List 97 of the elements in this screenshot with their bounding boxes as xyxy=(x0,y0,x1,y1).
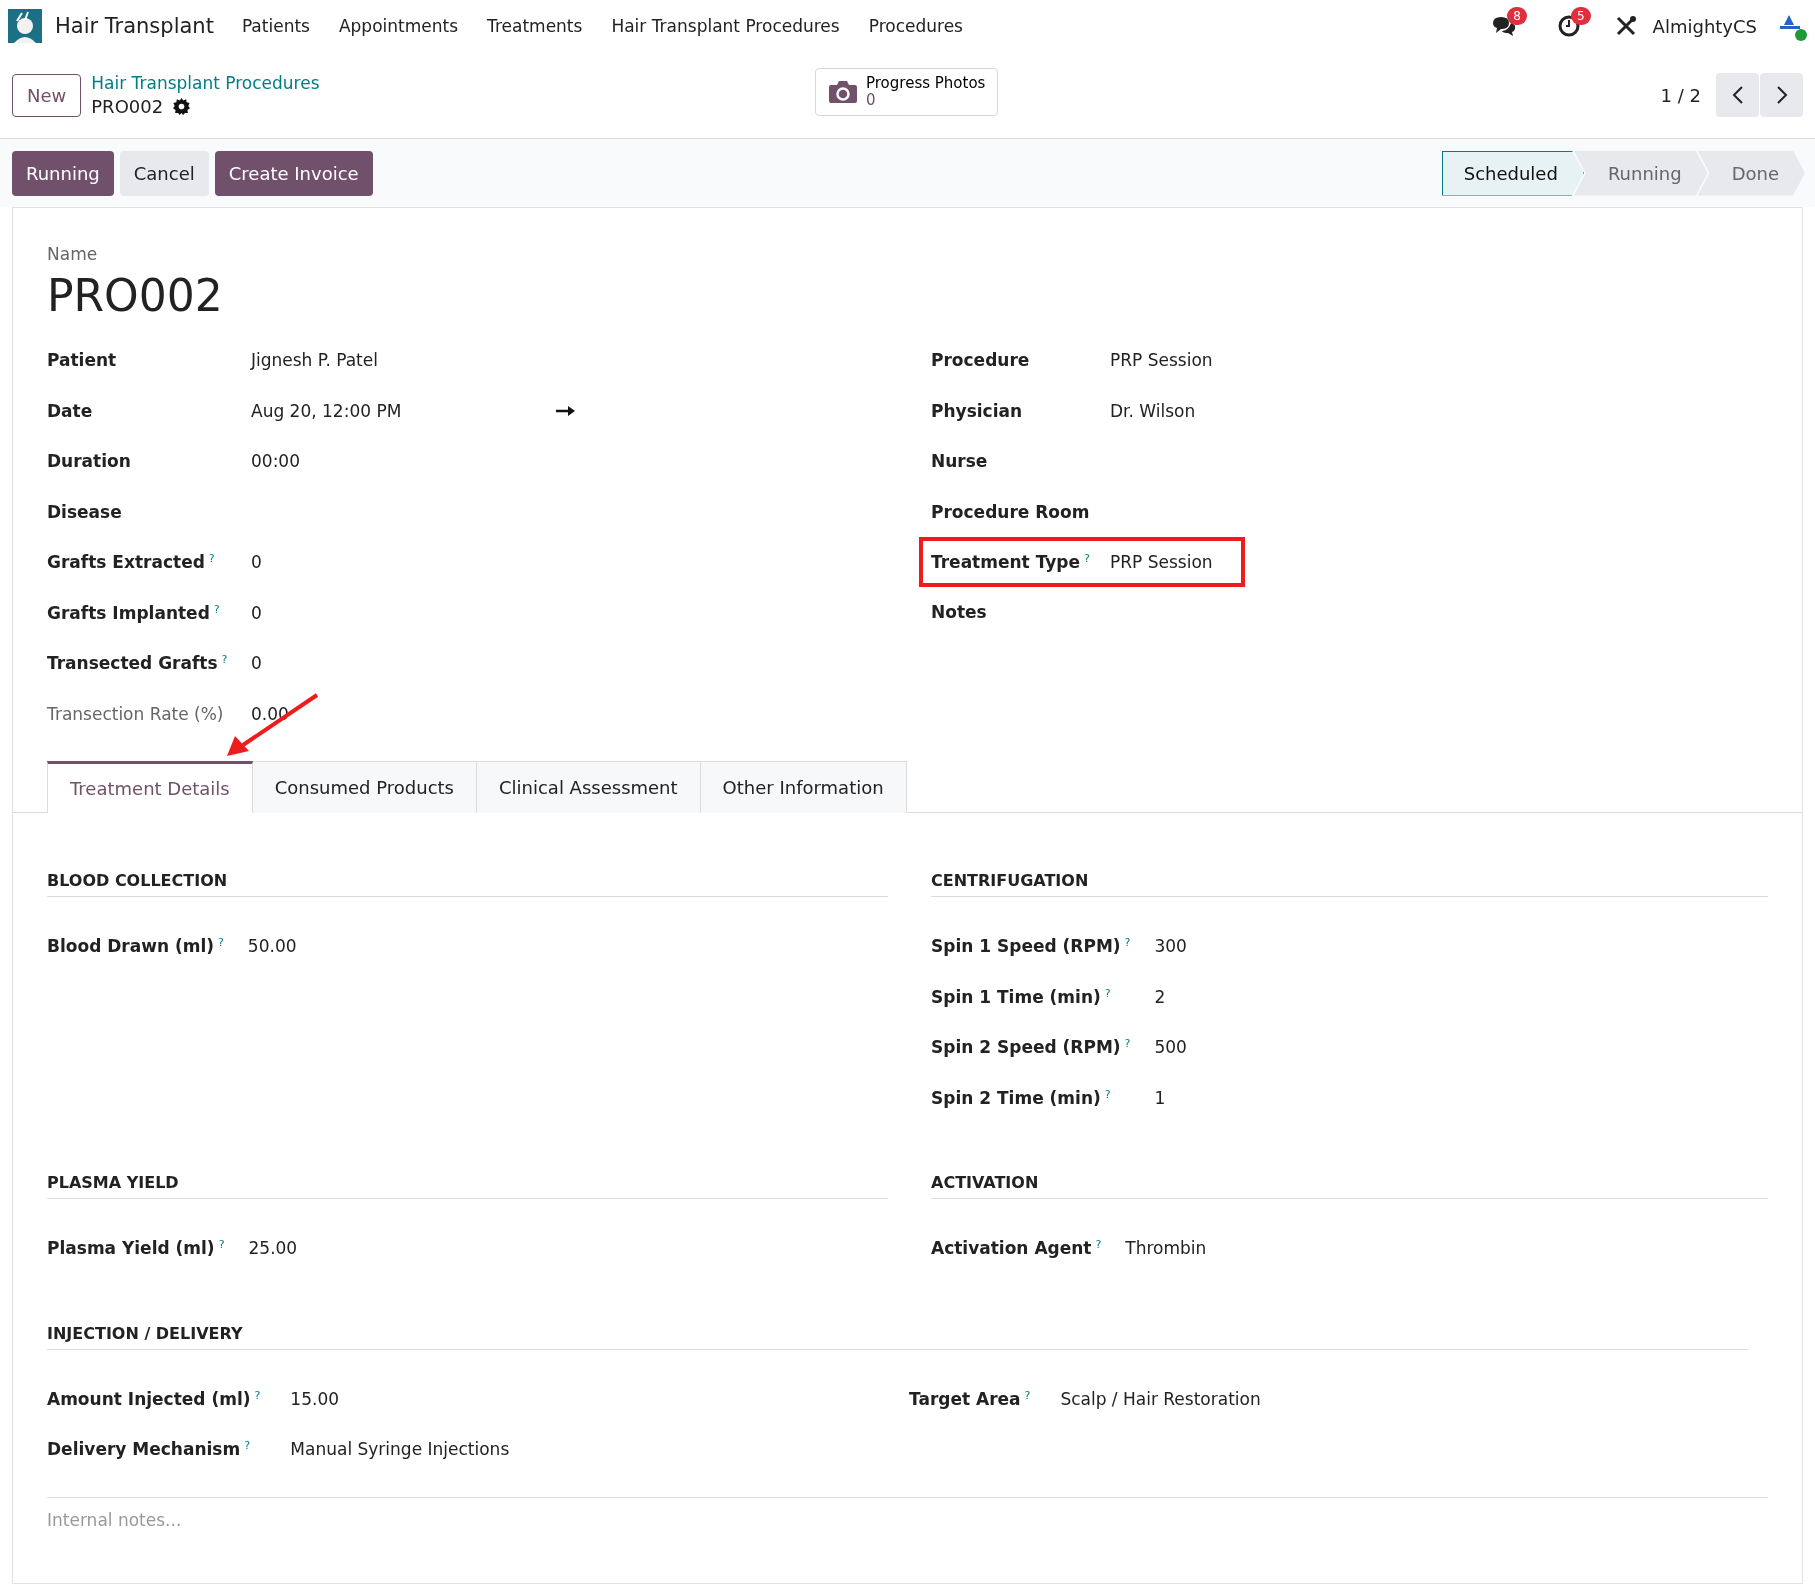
field-value[interactable]: PRP Session xyxy=(1110,552,1213,572)
action-button[interactable]: Running xyxy=(12,150,114,196)
help-mark[interactable]: ? xyxy=(218,1238,225,1252)
field-label: Amount Injected (ml) xyxy=(47,1388,251,1409)
company-name[interactable]: AlmightyCS xyxy=(1652,15,1757,37)
record-title: PRO002 xyxy=(47,270,224,321)
progress-photos-button[interactable]: Progress Photos 0 xyxy=(815,68,999,116)
help-mark[interactable]: ? xyxy=(254,1388,261,1402)
field-label: Duration xyxy=(47,451,131,472)
tab[interactable]: Treatment Details xyxy=(47,761,253,813)
field-label: Physician xyxy=(931,400,1023,421)
previous-button[interactable] xyxy=(1716,73,1759,117)
field-value[interactable]: 1 xyxy=(1154,1087,1768,1108)
field-label: Spin 2 Speed (RPM) xyxy=(931,1037,1121,1058)
field-label: Delivery Mechanism xyxy=(47,1439,241,1460)
help-mark[interactable]: ? xyxy=(1024,1388,1031,1402)
field-value[interactable]: 25.00 xyxy=(248,1238,888,1259)
action-button[interactable]: Create Invoice xyxy=(214,150,373,196)
field-label: Procedure xyxy=(931,350,1030,371)
settings-icon[interactable] xyxy=(173,98,191,115)
field-value[interactable]: 00:00 xyxy=(251,451,300,472)
field-value[interactable]: 500 xyxy=(1154,1037,1768,1058)
menu-item[interactable]: Treatments xyxy=(487,16,583,36)
help-mark[interactable]: ? xyxy=(221,653,228,667)
field-value[interactable]: Manual Syringe Injections xyxy=(290,1439,909,1460)
section-heading: PLASMA YIELD xyxy=(47,1173,888,1199)
pager-value: 1 / 2 xyxy=(1660,84,1701,106)
help-mark[interactable]: ? xyxy=(1124,936,1131,950)
field-label: Spin 1 Time (min) xyxy=(931,986,1101,1007)
field-value[interactable]: 0 xyxy=(251,552,262,573)
field-value[interactable]: Dr. Wilson xyxy=(1110,400,1196,421)
status-step[interactable]: Running xyxy=(1573,150,1708,196)
arrow-icon xyxy=(556,404,577,417)
field-value[interactable]: Aug 20, 12:00 PM xyxy=(251,400,402,421)
help-mark[interactable]: ? xyxy=(1104,986,1111,1000)
menu-item[interactable]: Appointments xyxy=(338,16,459,36)
field-value[interactable]: Scalp / Hair Restoration xyxy=(1060,1388,1768,1409)
field-value[interactable]: Jignesh P. Patel xyxy=(251,350,378,371)
field-label: Grafts Extracted xyxy=(47,552,205,573)
breadcrumb-link[interactable]: Hair Transplant Procedures xyxy=(91,73,320,93)
field-value[interactable]: 0 xyxy=(251,602,262,623)
field-label: Treatment Type xyxy=(931,552,1080,572)
next-button[interactable] xyxy=(1760,73,1803,117)
help-mark[interactable]: ? xyxy=(213,602,220,616)
help-mark[interactable]: ? xyxy=(1124,1037,1131,1051)
field-value[interactable]: 50.00 xyxy=(247,936,888,957)
camera-icon xyxy=(828,79,858,105)
field-label: Procedure Room xyxy=(931,501,1090,522)
field-label: Spin 1 Speed (RPM) xyxy=(931,936,1121,957)
section-heading: INJECTION / DELIVERY xyxy=(47,1323,1748,1350)
menu-item[interactable]: Patients xyxy=(241,16,310,36)
field-label: Transection Rate (%) xyxy=(47,703,224,724)
field-value[interactable]: PRP Session xyxy=(1110,350,1213,371)
section-heading: ACTIVATION xyxy=(931,1173,1768,1199)
field-value[interactable]: 300 xyxy=(1154,936,1768,957)
app-name[interactable]: Hair Transplant xyxy=(55,14,214,38)
field-value[interactable]: 2 xyxy=(1154,986,1768,1007)
notification-badge: 5 xyxy=(1570,7,1591,25)
tab[interactable]: Clinical Assessment xyxy=(477,761,701,813)
field-label: Date xyxy=(47,400,93,421)
field-label: Grafts Implanted xyxy=(47,602,210,623)
menu-item[interactable]: Hair Transplant Procedures xyxy=(611,16,840,36)
chevron-left-icon xyxy=(1730,85,1745,105)
field-label: Patient xyxy=(47,350,117,371)
help-mark[interactable]: ? xyxy=(244,1439,250,1453)
menu-item[interactable]: Procedures xyxy=(868,16,963,36)
help-mark[interactable]: ? xyxy=(1104,1087,1111,1101)
section-heading: CENTRIFUGATION xyxy=(931,871,1768,897)
tab[interactable]: Other Information xyxy=(700,761,907,813)
field-label: Spin 2 Time (min) xyxy=(931,1087,1101,1108)
field-label: Disease xyxy=(47,501,122,522)
help-mark[interactable]: ? xyxy=(208,552,215,566)
field-label: Notes xyxy=(931,602,987,623)
field-value[interactable]: 0 xyxy=(251,653,262,674)
field-label: Activation Agent xyxy=(931,1238,1092,1259)
app-logo-icon[interactable] xyxy=(8,9,42,43)
field-label: Target Area xyxy=(909,1388,1021,1409)
notification-badge: 8 xyxy=(1507,7,1527,25)
field-value[interactable]: Thrombin xyxy=(1125,1238,1768,1259)
chevron-right-icon xyxy=(1774,85,1789,105)
tools-icon[interactable] xyxy=(1614,15,1637,37)
field-value[interactable]: 15.00 xyxy=(290,1388,909,1409)
help-mark[interactable]: ? xyxy=(1095,1238,1102,1252)
tab[interactable]: Consumed Products xyxy=(252,761,477,813)
field-label: Transected Grafts xyxy=(47,653,218,674)
help-mark[interactable]: ? xyxy=(218,936,224,950)
status-step[interactable]: Done xyxy=(1697,150,1805,196)
field-label: Name xyxy=(47,244,99,264)
field-label: Nurse xyxy=(931,451,988,472)
record-name: PRO002 xyxy=(91,96,164,117)
help-mark[interactable]: ? xyxy=(1084,552,1090,565)
action-button[interactable]: Cancel xyxy=(119,150,209,196)
new-button[interactable]: New xyxy=(12,73,82,117)
section-heading: BLOOD COLLECTION xyxy=(47,871,888,897)
status-step[interactable]: Scheduled xyxy=(1441,150,1584,196)
field-label: Blood Drawn (ml) xyxy=(47,936,214,957)
field-label: Plasma Yield (ml) xyxy=(47,1238,215,1259)
